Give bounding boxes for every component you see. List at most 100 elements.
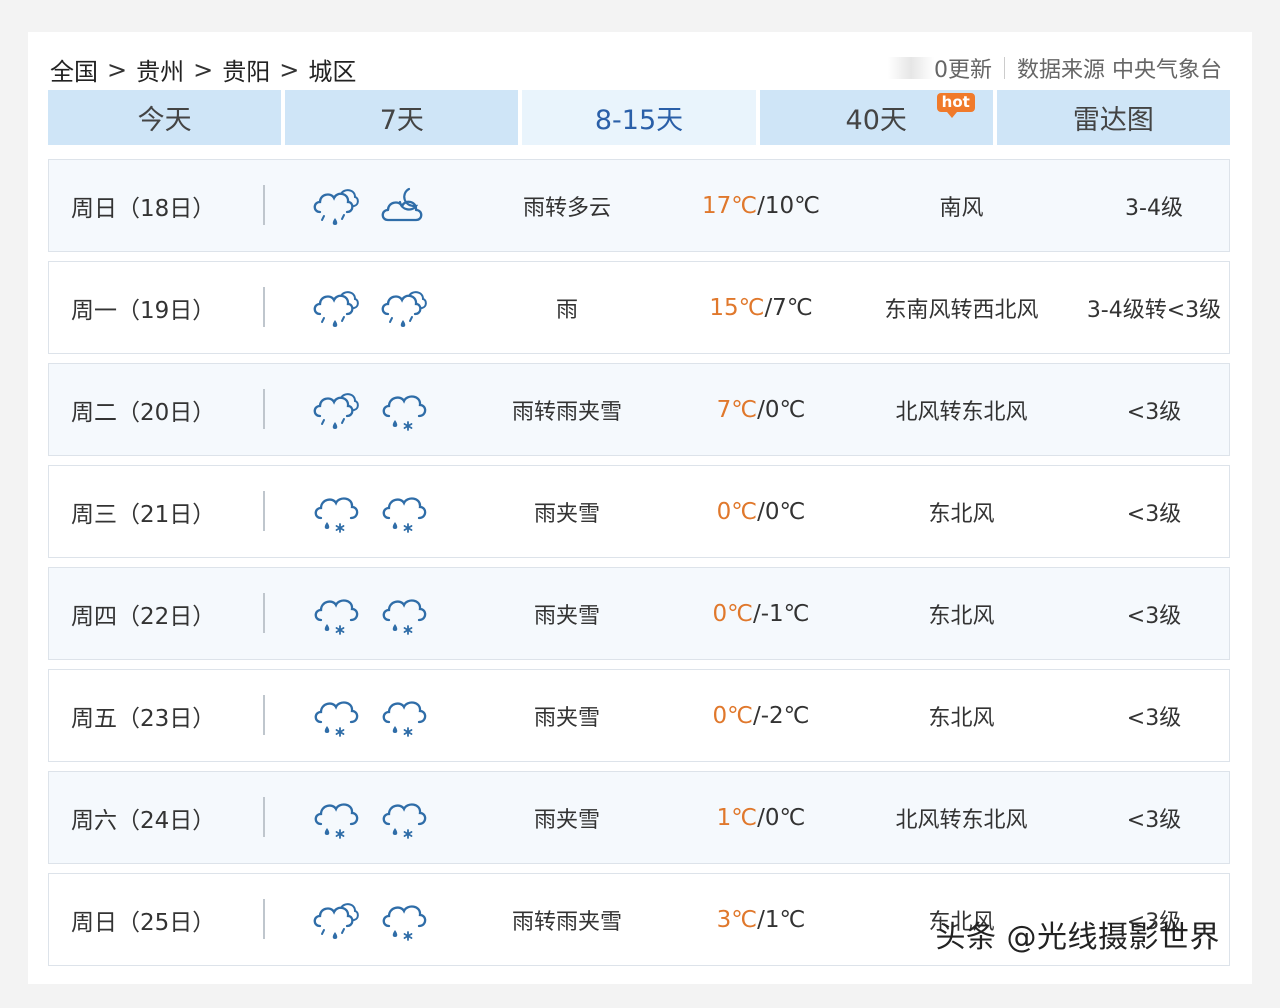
forecast-row: 周日（18日） 雨转多云 17℃/10℃ 南风 3-4级 <box>48 159 1230 252</box>
wind-direction: 北风转东北风 <box>895 807 1028 833</box>
breadcrumb: 全国 > 贵州 > 贵阳 > 城区 <box>50 52 356 87</box>
rain-cloud-icon <box>311 182 361 234</box>
weather-icons <box>311 692 429 744</box>
temperature: 3℃/1℃ <box>681 907 841 933</box>
breadcrumb-separator: > <box>107 55 128 84</box>
wind-level: <3级 <box>1126 603 1182 629</box>
rain-cloud-icon <box>311 284 361 336</box>
tab-label: 雷达图 <box>1072 105 1154 136</box>
wind-level: <3级 <box>1126 807 1182 833</box>
condition-text: 雨夹雪 <box>533 501 600 527</box>
high-temp: 7℃ <box>716 396 758 423</box>
temperature: 15℃/7℃ <box>681 295 841 321</box>
tab-8-15-days[interactable]: 8-15天 <box>522 90 756 145</box>
low-temp: /0℃ <box>757 396 806 423</box>
breadcrumb-item-district: 城区 <box>308 58 357 86</box>
forecast-row: 周六（24日） 雨夹雪 1℃/0℃ 北风转东北风 <3级 <box>48 771 1230 864</box>
wind-direction: 东北风 <box>928 501 995 527</box>
low-temp: /7℃ <box>764 294 813 321</box>
column-divider <box>263 593 265 633</box>
low-temp: /10℃ <box>757 192 820 219</box>
weather-icons <box>311 284 429 336</box>
wind-direction: 东南风转西北风 <box>884 297 1039 323</box>
low-temp: /0℃ <box>757 498 806 525</box>
tab-today[interactable]: 今天 <box>48 90 282 145</box>
breadcrumb-item-city[interactable]: 贵阳 <box>222 52 270 87</box>
tab-40-days[interactable]: 40天 hot <box>759 90 993 145</box>
tab-label: 7天 <box>379 105 424 136</box>
weather-icons <box>311 182 429 234</box>
low-temp: /1℃ <box>757 906 806 933</box>
wind-level: 3-4级 <box>1125 195 1183 221</box>
high-temp: 15℃ <box>709 294 765 321</box>
forecast-row: 周三（21日） 雨夹雪 0℃/0℃ 东北风 <3级 <box>48 465 1230 558</box>
column-divider <box>263 695 265 735</box>
condition-text: 雨 <box>555 297 578 323</box>
column-divider <box>263 287 265 327</box>
forecast-list: 周日（18日） 雨转多云 17℃/10℃ 南风 3-4级 周一（19日） 雨 1… <box>48 159 1230 975</box>
forecast-row: 周四（22日） 雨夹雪 0℃/-1℃ 东北风 <3级 <box>48 567 1230 660</box>
sleet-cloud-icon <box>379 692 429 744</box>
data-source: 0更新 数据来源 中央气象台 <box>888 52 1222 84</box>
high-temp: 1℃ <box>716 804 758 831</box>
source-label: 数据来源 中央气象台 <box>1017 58 1222 83</box>
low-temp: /-2℃ <box>752 702 810 729</box>
wind-level: <3级 <box>1126 399 1182 425</box>
sleet-cloud-icon <box>379 590 429 642</box>
sleet-cloud-icon <box>311 692 361 744</box>
sleet-cloud-icon <box>311 590 361 642</box>
hot-badge: hot <box>936 93 975 118</box>
tab-label: 40天 <box>845 105 907 136</box>
breadcrumb-separator: > <box>279 55 300 84</box>
forecast-row: 周一（19日） 雨 15℃/7℃ 东南风转西北风 3-4级转<3级 <box>48 261 1230 354</box>
day-label: 周日（25日） <box>71 909 216 936</box>
wind-direction: 南风 <box>939 195 984 221</box>
temperature: 0℃/-1℃ <box>681 601 841 627</box>
moon-cloud-icon <box>379 182 429 234</box>
wind-level: 3-4级转<3级 <box>1086 297 1222 323</box>
sleet-cloud-icon <box>379 386 429 438</box>
low-temp: /-1℃ <box>752 600 810 627</box>
high-temp: 17℃ <box>702 192 758 219</box>
update-time-blurred <box>888 57 934 79</box>
weather-icons <box>311 590 429 642</box>
day-label: 周四（22日） <box>71 603 216 630</box>
temperature: 0℃/-2℃ <box>681 703 841 729</box>
day-label: 周五（23日） <box>71 705 216 732</box>
wind-direction: 东北风 <box>928 603 995 629</box>
condition-text: 雨转雨夹雪 <box>511 909 622 935</box>
temperature: 7℃/0℃ <box>681 397 841 423</box>
tab-7-days[interactable]: 7天 <box>285 90 519 145</box>
rain-cloud-icon <box>311 386 361 438</box>
weather-icons <box>311 896 429 948</box>
sleet-cloud-icon <box>311 794 361 846</box>
temperature: 17℃/10℃ <box>681 193 841 219</box>
sleet-cloud-icon <box>379 794 429 846</box>
tab-label: 8-15天 <box>594 105 684 136</box>
wind-direction: 东北风 <box>928 705 995 731</box>
watermark: 头条 @光线摄影世界 <box>935 920 1220 955</box>
day-label: 周六（24日） <box>71 807 216 834</box>
tab-radar[interactable]: 雷达图 <box>996 90 1231 145</box>
rain-cloud-icon <box>311 896 361 948</box>
weather-icons <box>311 386 429 438</box>
weather-icons <box>311 488 429 540</box>
day-label: 周二（20日） <box>71 399 216 426</box>
condition-text: 雨夹雪 <box>533 603 600 629</box>
column-divider <box>263 491 265 531</box>
forecast-row: 周五（23日） 雨夹雪 0℃/-2℃ 东北风 <3级 <box>48 669 1230 762</box>
breadcrumb-item-country[interactable]: 全国 <box>50 52 98 87</box>
breadcrumb-item-province[interactable]: 贵州 <box>136 52 184 87</box>
column-divider <box>263 797 265 837</box>
condition-text: 雨转多云 <box>522 195 611 221</box>
column-divider <box>263 899 265 939</box>
weather-icons <box>311 794 429 846</box>
column-divider <box>263 389 265 429</box>
high-temp: 0℃ <box>712 702 753 729</box>
wind-direction: 北风转东北风 <box>895 399 1028 425</box>
high-temp: 3℃ <box>716 906 758 933</box>
tab-label: 今天 <box>137 105 192 136</box>
high-temp: 0℃ <box>712 600 753 627</box>
column-divider <box>263 185 265 225</box>
temperature: 0℃/0℃ <box>681 499 841 525</box>
